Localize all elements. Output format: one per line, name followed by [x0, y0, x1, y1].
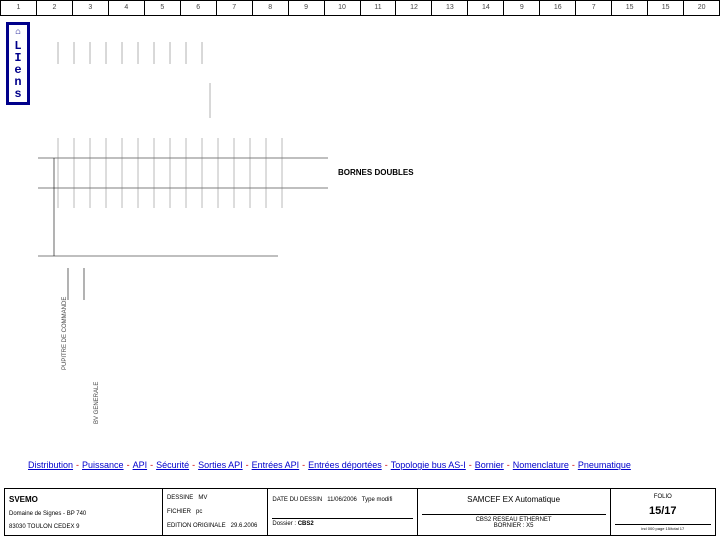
- nav-separator: -: [150, 460, 153, 470]
- nav-link-s-curit-[interactable]: Sécurité: [156, 460, 189, 470]
- ruler-cell: 7: [216, 1, 252, 15]
- nav-separator: -: [572, 460, 575, 470]
- ruler-cell: 8: [252, 1, 288, 15]
- company-addr2: 83030 TOULON CEDEX 9: [9, 524, 158, 530]
- nav-link-distribution[interactable]: Distribution: [28, 460, 73, 470]
- ruler-cell: 3: [72, 1, 108, 15]
- tiny-footer: ind 000 page 15/total 17: [615, 524, 711, 531]
- ruler-cell: 7: [575, 1, 611, 15]
- nav-separator: -: [302, 460, 305, 470]
- pupitre-label: PUPITRE DE COMMANDE: [62, 297, 68, 370]
- ruler-cell: 10: [324, 1, 360, 15]
- orig-val: 29.6.2006: [231, 523, 258, 529]
- folio-lbl: FOLIO: [615, 494, 711, 500]
- ruler-cell: 9: [503, 1, 539, 15]
- drawing-column-ruler: 12345678910111213149167151520: [0, 0, 720, 16]
- nav-separator: -: [246, 460, 249, 470]
- nav-separator: -: [385, 460, 388, 470]
- liens-nav-button[interactable]: ⌂ L I e n s: [6, 22, 30, 105]
- date-lbl: DATE DU DESSIN: [272, 497, 322, 503]
- ruler-cell: 4: [108, 1, 144, 15]
- ruler-cell: 6: [180, 1, 216, 15]
- company-name: SVEMO: [9, 495, 158, 504]
- title-block: SVEMO Domaine de Signes - BP 740 83030 T…: [4, 488, 716, 536]
- ruler-cell: 15: [647, 1, 683, 15]
- ruler-cell: 12: [395, 1, 431, 15]
- dessine-lbl: DESSINE: [167, 495, 193, 501]
- dossier-lbl: Dossier :: [272, 521, 296, 527]
- nav-link-nomenclature[interactable]: Nomenclature: [513, 460, 569, 470]
- nav-link-pneumatique[interactable]: Pneumatique: [578, 460, 631, 470]
- ruler-cell: 9: [288, 1, 324, 15]
- nav-separator: -: [127, 460, 130, 470]
- home-icon: ⌂: [10, 27, 26, 38]
- ruler-cell: 13: [431, 1, 467, 15]
- mod-lbl: Type modifi: [362, 497, 393, 503]
- nav-link-api[interactable]: API: [133, 460, 148, 470]
- nav-link-puissance[interactable]: Puissance: [82, 460, 124, 470]
- ruler-cell: 11: [360, 1, 396, 15]
- folio-val: 15/17: [615, 505, 711, 517]
- nav-separator: -: [192, 460, 195, 470]
- bornes-doubles-label: BORNES DOUBLES: [338, 168, 414, 177]
- nav-separator: -: [76, 460, 79, 470]
- nav-separator: -: [469, 460, 472, 470]
- ruler-cell: 14: [467, 1, 503, 15]
- nav-link-topologie-bus-as-i[interactable]: Topologie bus AS-I: [391, 460, 466, 470]
- ruler-cell: 20: [683, 1, 719, 15]
- company-addr1: Domaine de Signes - BP 740: [9, 511, 158, 517]
- sheet-sub: BORNIER : X5: [494, 523, 534, 529]
- nav-link-entr-es-api[interactable]: Entrées API: [252, 460, 300, 470]
- nav-link-bornier[interactable]: Bornier: [475, 460, 504, 470]
- fichier-lbl: FICHIER: [167, 509, 191, 515]
- ruler-cell: 16: [539, 1, 575, 15]
- ruler-cell: 15: [611, 1, 647, 15]
- ruler-cell: 2: [36, 1, 72, 15]
- liens-letter: s: [10, 88, 26, 100]
- date-val: 11/06/2006: [327, 497, 357, 503]
- dossier-val: CBS2: [298, 521, 314, 527]
- nav-separator: -: [507, 460, 510, 470]
- nav-link-sorties-api[interactable]: Sorties API: [198, 460, 243, 470]
- sheet-nav-links: Distribution-Puissance-API-Sécurité-Sort…: [28, 460, 631, 470]
- fichier-val: pc: [196, 509, 202, 515]
- ruler-cell: 1: [1, 1, 36, 15]
- ruler-cell: 5: [144, 1, 180, 15]
- bv-generale-label: BV GENERALE: [94, 382, 100, 424]
- orig-lbl: EDITION ORIGINALE: [167, 523, 226, 529]
- dessine-val: MV: [198, 495, 207, 501]
- project-title: SAMCEF EX Automatique: [422, 495, 606, 504]
- nav-link-entr-es-d-port-es[interactable]: Entrées déportées: [308, 460, 382, 470]
